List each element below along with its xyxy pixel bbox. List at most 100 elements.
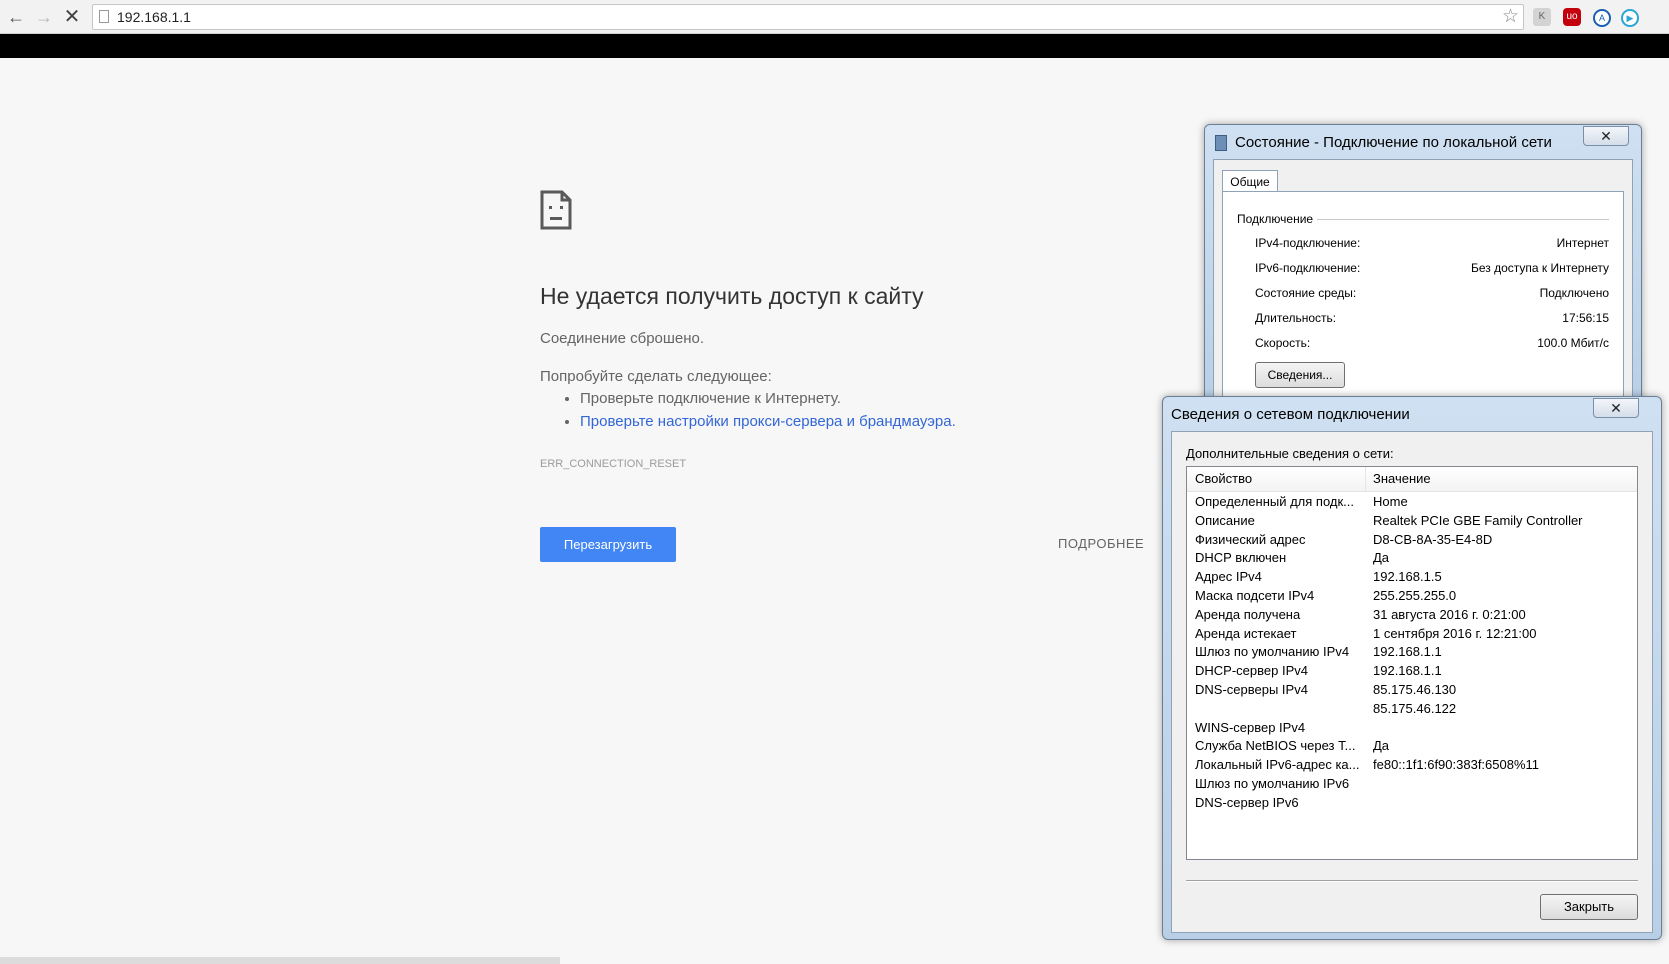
error-code: ERR_CONNECTION_RESET — [540, 458, 687, 470]
value-cell: 192.168.1.1 — [1373, 663, 1442, 679]
property-cell: Физический адрес — [1195, 531, 1306, 547]
property-cell: Определенный для подк... — [1195, 494, 1355, 509]
table-row[interactable]: 85.175.46.122 — [1187, 699, 1637, 719]
table-row[interactable]: WINS-сервер IPv4 — [1187, 718, 1637, 738]
status-label: Состояние среды: — [1255, 286, 1357, 300]
status-bar — [0, 957, 560, 964]
error-subtitle: Соединение сброшено. — [540, 330, 705, 347]
error-title: Не удается получить доступ к сайту — [540, 283, 924, 309]
details-button[interactable]: ПОДРОБНЕЕ — [1058, 536, 1144, 551]
table-row[interactable]: Аренда истекает 1 сентября 2016 г. 12:21:… — [1187, 624, 1637, 644]
star-icon[interactable]: ☆ — [1502, 6, 1519, 28]
close-button[interactable]: Закрыть — [1540, 894, 1638, 920]
status-row: IPv6-подключение: Без доступа к Интернет… — [1255, 261, 1609, 275]
property-cell: DHCP-сервер IPv4 — [1195, 663, 1308, 679]
properties-table[interactable]: Свойство Значение Определенный для подк.… — [1186, 466, 1638, 860]
value-cell: 192.168.1.1 — [1373, 644, 1442, 660]
extra-info-label: Дополнительные сведения о сети: — [1186, 446, 1394, 461]
property-cell: Служба NetBIOS через Т... — [1195, 738, 1356, 754]
status-row: Скорость: 100.0 Мбит/с — [1255, 336, 1609, 350]
close-icon[interactable]: ✕ — [1583, 126, 1629, 146]
property-cell: Шлюз по умолчанию IPv6 — [1195, 776, 1350, 791]
property-cell: Локальный IPv6-адрес ка... — [1195, 757, 1360, 773]
status-label: IPv4-подключение: — [1255, 236, 1361, 250]
tab-general[interactable]: Общие — [1222, 170, 1278, 192]
forward-icon[interactable]: → — [32, 5, 56, 29]
property-cell: Описание — [1195, 512, 1255, 528]
window-body: Общие Подключение IPv4-подключение: Инте… — [1213, 159, 1633, 409]
status-label: IPv6-подключение: — [1255, 261, 1361, 275]
browser-toolbar: ← → ✕ 192.168.1.1 ☆ K uo A ▶ — [0, 0, 1669, 34]
property-cell: WINS-сервер IPv4 — [1195, 719, 1306, 735]
property-cell: Шлюз по умолчанию IPv4 — [1195, 644, 1350, 660]
back-icon[interactable]: ← — [4, 5, 28, 29]
window-body: Дополнительные сведения о сети: Свойство… — [1171, 431, 1653, 933]
table-row[interactable]: Адрес IPv4 192.168.1.5 — [1187, 567, 1637, 587]
address-bar[interactable]: 192.168.1.1 ☆ — [92, 4, 1524, 30]
status-row: IPv4-подключение: Интернет — [1255, 236, 1609, 250]
table-row[interactable]: DHCP включен Да — [1187, 548, 1637, 568]
table-row[interactable]: Служба NetBIOS через Т... Да — [1187, 736, 1637, 756]
value-cell: Да — [1373, 550, 1390, 566]
divider — [1186, 880, 1638, 882]
ublock-icon[interactable]: uo — [1563, 8, 1581, 26]
try-heading: Попробуйте сделать следующее: — [540, 368, 772, 385]
table-row[interactable]: DHCP-сервер IPv4 192.168.1.1 — [1187, 661, 1637, 681]
property-cell: DHCP включен — [1195, 550, 1287, 566]
table-row[interactable]: Физический адрес D8-CB-8A-35-E4-8D — [1187, 530, 1637, 550]
table-row[interactable]: DNS-сервер IPv6 — [1187, 793, 1637, 813]
extension-icon[interactable]: A — [1593, 9, 1611, 27]
sad-page-icon — [540, 190, 572, 230]
suggestion-list: Проверьте подключение к Интернету. Прове… — [540, 390, 956, 436]
extension-icon[interactable]: K — [1533, 8, 1551, 26]
table-row[interactable]: Описание Realtek PCIe GBE Family Controll… — [1187, 511, 1637, 531]
table-row[interactable]: Шлюз по умолчанию IPv6 — [1187, 774, 1637, 794]
status-value: Интернет — [1556, 236, 1609, 250]
details-dialog-button[interactable]: Сведения... — [1255, 362, 1345, 388]
property-cell: Маска подсети IPv4 — [1195, 588, 1315, 603]
reload-button[interactable]: Перезагрузить — [540, 527, 676, 562]
group-label: Подключение — [1237, 212, 1318, 226]
proxy-settings-link[interactable]: Проверьте настройки прокси-сервера и бра… — [580, 413, 956, 430]
column-header-property[interactable]: Свойство — [1195, 471, 1252, 486]
status-label: Длительность: — [1255, 311, 1337, 325]
value-cell: fe80::1f1:6f90:383f:6508%11 — [1373, 757, 1540, 773]
value-cell: 255.255.255.0 — [1373, 588, 1457, 603]
column-separator[interactable] — [1365, 467, 1366, 491]
value-cell: 31 августа 2016 г. 0:21:00 — [1373, 606, 1526, 622]
status-row: Состояние среды: Подключено — [1255, 286, 1609, 300]
window-title: Состояние - Подключение по локальной сет… — [1235, 134, 1552, 151]
value-cell: Home — [1373, 494, 1408, 509]
value-cell: Realtek PCIe GBE Family Controller — [1373, 512, 1583, 528]
close-icon[interactable]: ✕ — [1593, 398, 1639, 418]
property-cell: Аренда истекает — [1195, 625, 1297, 641]
network-details-window: Сведения о сетевом подключении ✕ Дополни… — [1162, 396, 1662, 940]
table-header: Свойство Значение — [1187, 467, 1637, 492]
window-title: Сведения о сетевом подключении — [1171, 406, 1410, 423]
value-cell: D8-CB-8A-35-E4-8D — [1373, 531, 1493, 547]
value-cell: 1 сентября 2016 г. 12:21:00 — [1373, 625, 1537, 641]
url-text[interactable]: 192.168.1.1 — [117, 9, 191, 25]
network-icon — [1215, 135, 1227, 151]
play-icon[interactable]: ▶ — [1621, 9, 1639, 27]
table-row[interactable]: Маска подсети IPv4 255.255.255.0 — [1187, 586, 1637, 606]
stop-icon[interactable]: ✕ — [60, 5, 84, 29]
status-value: Подключено — [1539, 286, 1609, 300]
group-divider — [1313, 219, 1609, 220]
value-cell: 85.175.46.130 — [1373, 682, 1457, 697]
connection-status-window: Состояние - Подключение по локальной сет… — [1204, 124, 1642, 414]
table-row[interactable]: Шлюз по умолчанию IPv4 192.168.1.1 — [1187, 642, 1637, 662]
value-cell: 192.168.1.5 — [1373, 569, 1442, 585]
status-row: Длительность: 17:56:15 — [1255, 311, 1609, 325]
column-header-value[interactable]: Значение — [1373, 471, 1431, 486]
table-row[interactable]: Аренда получена 31 августа 2016 г. 0:21:0… — [1187, 605, 1637, 625]
table-row[interactable]: DNS-серверы IPv4 85.175.46.130 — [1187, 680, 1637, 700]
status-value: 17:56:15 — [1562, 311, 1609, 325]
suggestion-item: Проверьте подключение к Интернету. — [580, 390, 956, 407]
property-cell: Аренда получена — [1195, 606, 1301, 622]
property-cell: Адрес IPv4 — [1195, 569, 1262, 585]
table-row[interactable]: Локальный IPv6-адрес ка... fe80::1f1:6f90… — [1187, 755, 1637, 775]
table-row[interactable]: Определенный для подк... Home — [1187, 492, 1637, 512]
status-value: Без доступа к Интернету — [1470, 261, 1609, 275]
property-cell: DNS-сервер IPv6 — [1195, 794, 1299, 810]
